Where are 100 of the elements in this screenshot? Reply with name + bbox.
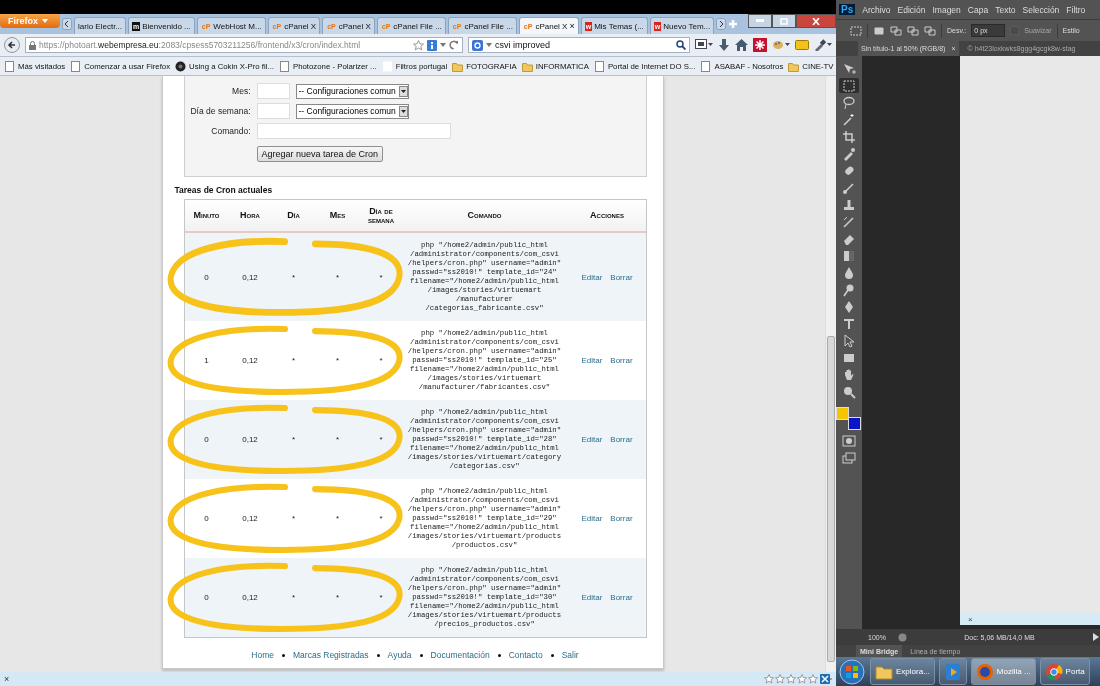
menu-item[interactable]: Archivo xyxy=(862,4,891,15)
minimize-icon xyxy=(756,19,764,23)
type-tool-icon xyxy=(842,316,856,331)
color-swatch[interactable] xyxy=(836,407,849,420)
minimize-button[interactable] xyxy=(748,14,772,28)
info-icon[interactable] xyxy=(427,39,437,51)
edit-link[interactable]: Editar xyxy=(581,435,603,444)
star-rating[interactable] xyxy=(764,674,818,684)
taskbar-button[interactable]: Explora... xyxy=(870,658,935,685)
footer-link[interactable]: Marcas Registradas xyxy=(293,650,369,660)
close-icon[interactable]: × xyxy=(4,674,10,684)
selection-mode-icon[interactable] xyxy=(873,25,885,36)
gradient-tool-icon xyxy=(842,248,856,263)
star-icon[interactable] xyxy=(413,39,424,51)
footer-link[interactable]: Ayuda xyxy=(387,650,412,660)
close-button[interactable] xyxy=(796,14,836,28)
star-icon xyxy=(786,674,796,684)
addon-icon[interactable] xyxy=(820,674,832,684)
crop-tool-icon xyxy=(842,129,856,144)
globe-icon xyxy=(897,632,907,642)
tool-button[interactable] xyxy=(839,78,859,93)
taskbar-button[interactable] xyxy=(938,658,967,685)
caret-icon[interactable] xyxy=(486,43,492,47)
stamp-tool-icon xyxy=(842,197,856,212)
table-cell-text: * xyxy=(290,356,297,365)
footer-link[interactable]: Contacto xyxy=(508,650,543,660)
scroll-left-icon[interactable] xyxy=(62,18,72,30)
eyedropper-icon[interactable] xyxy=(814,39,832,51)
color-swatch[interactable] xyxy=(848,417,861,430)
home-icon[interactable] xyxy=(735,39,748,51)
scroll-right-icon[interactable] xyxy=(716,18,727,30)
address-bar[interactable]: https://photoart.webempresa.eu:2083/cpsess5703211256/frontend/x3/cron/index.html xyxy=(25,37,463,53)
delete-link[interactable]: Borrar xyxy=(610,272,633,282)
table-cell-text: * xyxy=(290,272,297,282)
table-cell-text: 0 xyxy=(203,272,210,282)
input-field[interactable] xyxy=(256,103,290,119)
delete-link[interactable]: Borrar xyxy=(610,593,633,602)
download-icon[interactable] xyxy=(718,39,730,51)
taskbar-button[interactable]: Porta xyxy=(1039,658,1090,685)
table-cell-text: * xyxy=(290,593,297,602)
menu-item[interactable]: Texto xyxy=(995,4,1016,15)
reload-icon[interactable] xyxy=(449,40,459,50)
brush-tool-icon xyxy=(842,214,856,229)
footer-link[interactable]: Documentación xyxy=(430,650,490,660)
addon-icon[interactable] xyxy=(753,38,767,52)
menu-item[interactable]: Filtro xyxy=(1066,4,1086,15)
column-header: Minuto xyxy=(192,211,221,220)
footer-link[interactable]: Home xyxy=(251,650,274,660)
scrollbar[interactable] xyxy=(825,76,836,672)
field-label: Mes: xyxy=(231,86,251,96)
edit-link[interactable]: Editar xyxy=(581,356,603,365)
table-cell-text: 0,12 xyxy=(241,435,259,444)
menu-item[interactable]: Capa xyxy=(967,4,989,15)
folder-icon xyxy=(521,60,533,72)
delete-link[interactable]: Borrar xyxy=(610,435,633,444)
menu-item[interactable]: Edición xyxy=(897,4,926,15)
folder-icon xyxy=(788,60,800,72)
table-cell-text: * xyxy=(378,356,384,365)
column-header: Hora xyxy=(239,211,261,220)
tool-button[interactable] xyxy=(839,450,859,465)
star-icon xyxy=(764,674,774,684)
add-cron-button[interactable]: Agregar nueva tarea de Cron xyxy=(256,146,384,162)
arrow-tool-icon xyxy=(842,333,856,348)
close-tab-icon[interactable]: × xyxy=(569,21,575,31)
browser-tab[interactable]: lario Electr... xyxy=(74,17,126,34)
delete-link[interactable]: Borrar xyxy=(610,356,633,365)
screen-icon[interactable] xyxy=(695,39,713,51)
selection-mode-icon[interactable] xyxy=(924,25,936,36)
input-field[interactable] xyxy=(256,123,451,139)
input-field[interactable] xyxy=(256,83,290,99)
search-field[interactable]: csvi improved xyxy=(468,37,690,53)
bullet xyxy=(419,653,423,657)
tool-button[interactable] xyxy=(839,433,859,448)
column-header: Día xyxy=(286,211,301,220)
selection-mode-icon[interactable] xyxy=(907,25,919,36)
caret-icon[interactable] xyxy=(440,43,446,47)
search-engine-icon[interactable] xyxy=(472,39,483,51)
back-icon[interactable] xyxy=(4,37,20,53)
paint-icon[interactable] xyxy=(772,39,790,51)
maximize-button[interactable] xyxy=(772,14,796,28)
search-icon[interactable] xyxy=(676,40,686,50)
close-icon[interactable]: × xyxy=(968,614,973,624)
dropdown[interactable]: -- Configuraciones comun xyxy=(295,103,409,119)
footer-link[interactable]: Salir xyxy=(561,650,579,660)
table-cell-text: 1 xyxy=(203,356,210,365)
selection-mode-icon[interactable] xyxy=(890,25,902,36)
dodge-tool-icon xyxy=(842,282,856,297)
edit-link[interactable]: Editar xyxy=(581,514,603,523)
menu-item[interactable]: Imagen xyxy=(932,4,961,15)
menu-item[interactable]: Selección xyxy=(1022,4,1060,15)
start-button[interactable] xyxy=(838,657,866,686)
field-label: Comando: xyxy=(210,126,251,136)
play-icon[interactable] xyxy=(1092,633,1100,641)
edit-link[interactable]: Editar xyxy=(581,272,603,282)
section-title: Tareas de Cron actuales xyxy=(174,185,274,195)
bullet xyxy=(376,653,380,657)
dropdown[interactable]: -- Configuraciones comun xyxy=(295,83,409,99)
edit-link[interactable]: Editar xyxy=(581,593,603,602)
table-cell-text: 0 xyxy=(203,435,210,444)
delete-link[interactable]: Borrar xyxy=(610,514,633,523)
